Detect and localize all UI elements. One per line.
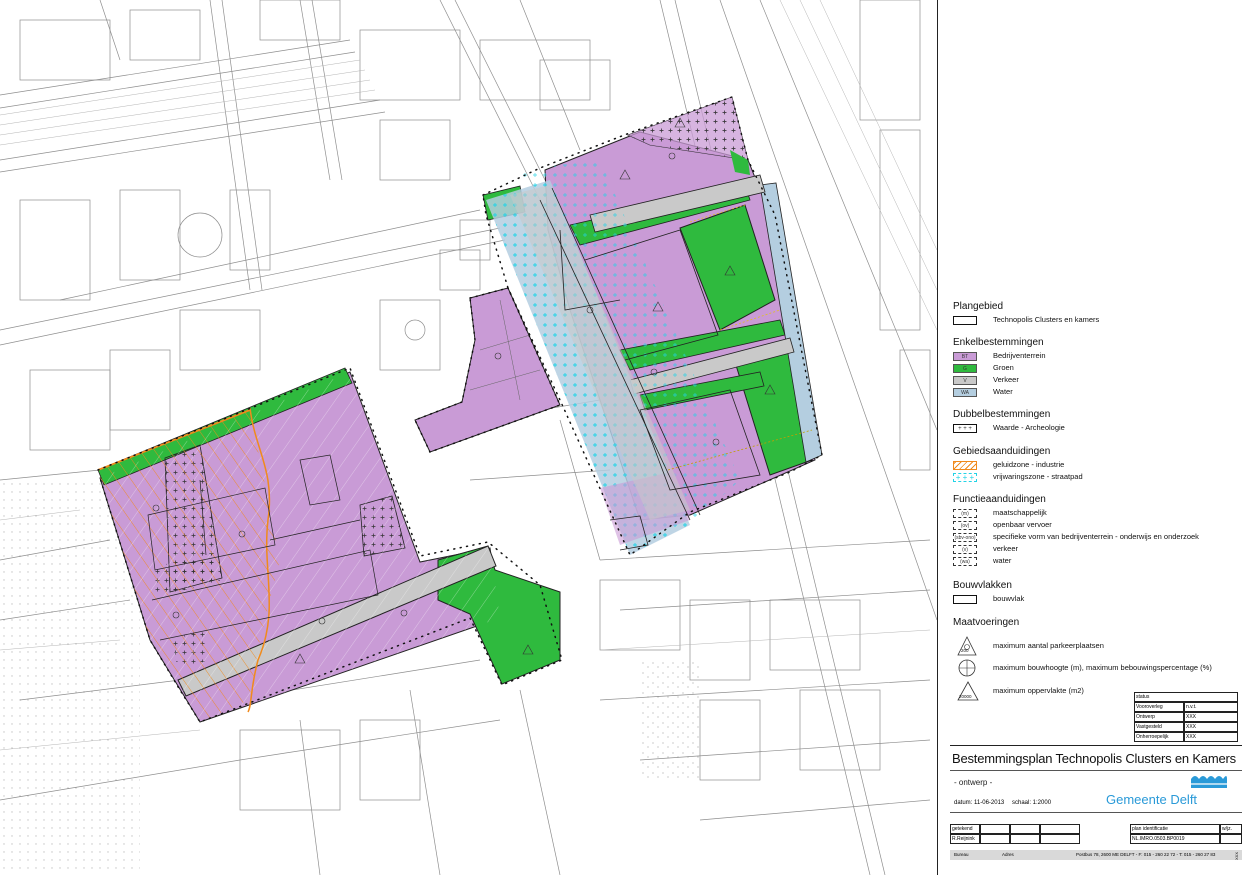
legend-heading-functieaanduidingen: Functieaanduidingen	[953, 494, 1046, 505]
plan-id: NL.IMRO.0503.BP0019	[1130, 834, 1220, 844]
zoning-map[interactable]	[0, 0, 938, 876]
legend-heading-enkelbestemmingen: Enkelbestemmingen	[953, 337, 1044, 348]
plan-id-label: plan identificatie	[1130, 824, 1220, 834]
tb-empty-cell	[1010, 834, 1040, 844]
circle-cross-icon	[958, 659, 976, 677]
tb-empty-cell	[1040, 824, 1080, 834]
legend-heading-bouwvlakken: Bouwvlakken	[953, 580, 1012, 591]
east-cluster	[482, 96, 823, 557]
side-code: XXX	[1234, 851, 1239, 860]
wijz-label: w/jz.	[1220, 824, 1242, 834]
plan-boundary-symbol	[953, 316, 977, 325]
tb-empty-cell	[980, 824, 1010, 834]
triangle-icon	[957, 636, 977, 656]
gemeente-logo	[1190, 771, 1228, 789]
tb-empty-cell	[980, 834, 1010, 844]
tb-empty-cell	[1220, 834, 1242, 844]
bouwvlak-symbol	[953, 595, 977, 604]
legend-heading-dubbelbestemmingen: Dubbelbestemmingen	[953, 409, 1051, 420]
plus-symbol: + + +	[953, 473, 977, 482]
delft-logo-icon	[1191, 776, 1227, 788]
title-block: Bestemmingsplan Technopolis Clusters en …	[950, 745, 1242, 874]
hatch-symbol	[953, 461, 977, 470]
legend-heading-gebiedsaanduidingen: Gebiedsaanduidingen	[953, 446, 1051, 457]
gemeente-name: Gemeente Delft	[1106, 792, 1198, 807]
crosses-symbol: + + +	[953, 424, 977, 433]
legend-panel: Plangebied Technopolis Clusters en kamer…	[937, 0, 1243, 875]
footer-bar: Bureau Adres Postbus 78, 2600 ME DELFT -…	[950, 850, 1242, 860]
plan-date: datum: 11-06-2013	[954, 800, 1005, 806]
plan-phase: - ontwerp -	[954, 778, 993, 787]
plan-title: Bestemmingsplan Technopolis Clusters en …	[952, 751, 1236, 766]
legend-heading-plangebied: Plangebied	[953, 301, 1004, 312]
tb-empty-cell	[1040, 834, 1080, 844]
tb-empty-cell	[1010, 824, 1040, 834]
map-canvas	[0, 0, 938, 876]
legend-heading-maatvoeringen: Maatvoeringen	[953, 617, 1020, 628]
plan-scale: schaal: 1:2000	[1012, 800, 1052, 806]
drawn-name: R.Reijnink	[950, 834, 980, 844]
drawn-label: getekend	[950, 824, 980, 834]
status-table: status Vooroverleg n.v.t. Ontwerp XXX Va…	[1134, 692, 1238, 742]
